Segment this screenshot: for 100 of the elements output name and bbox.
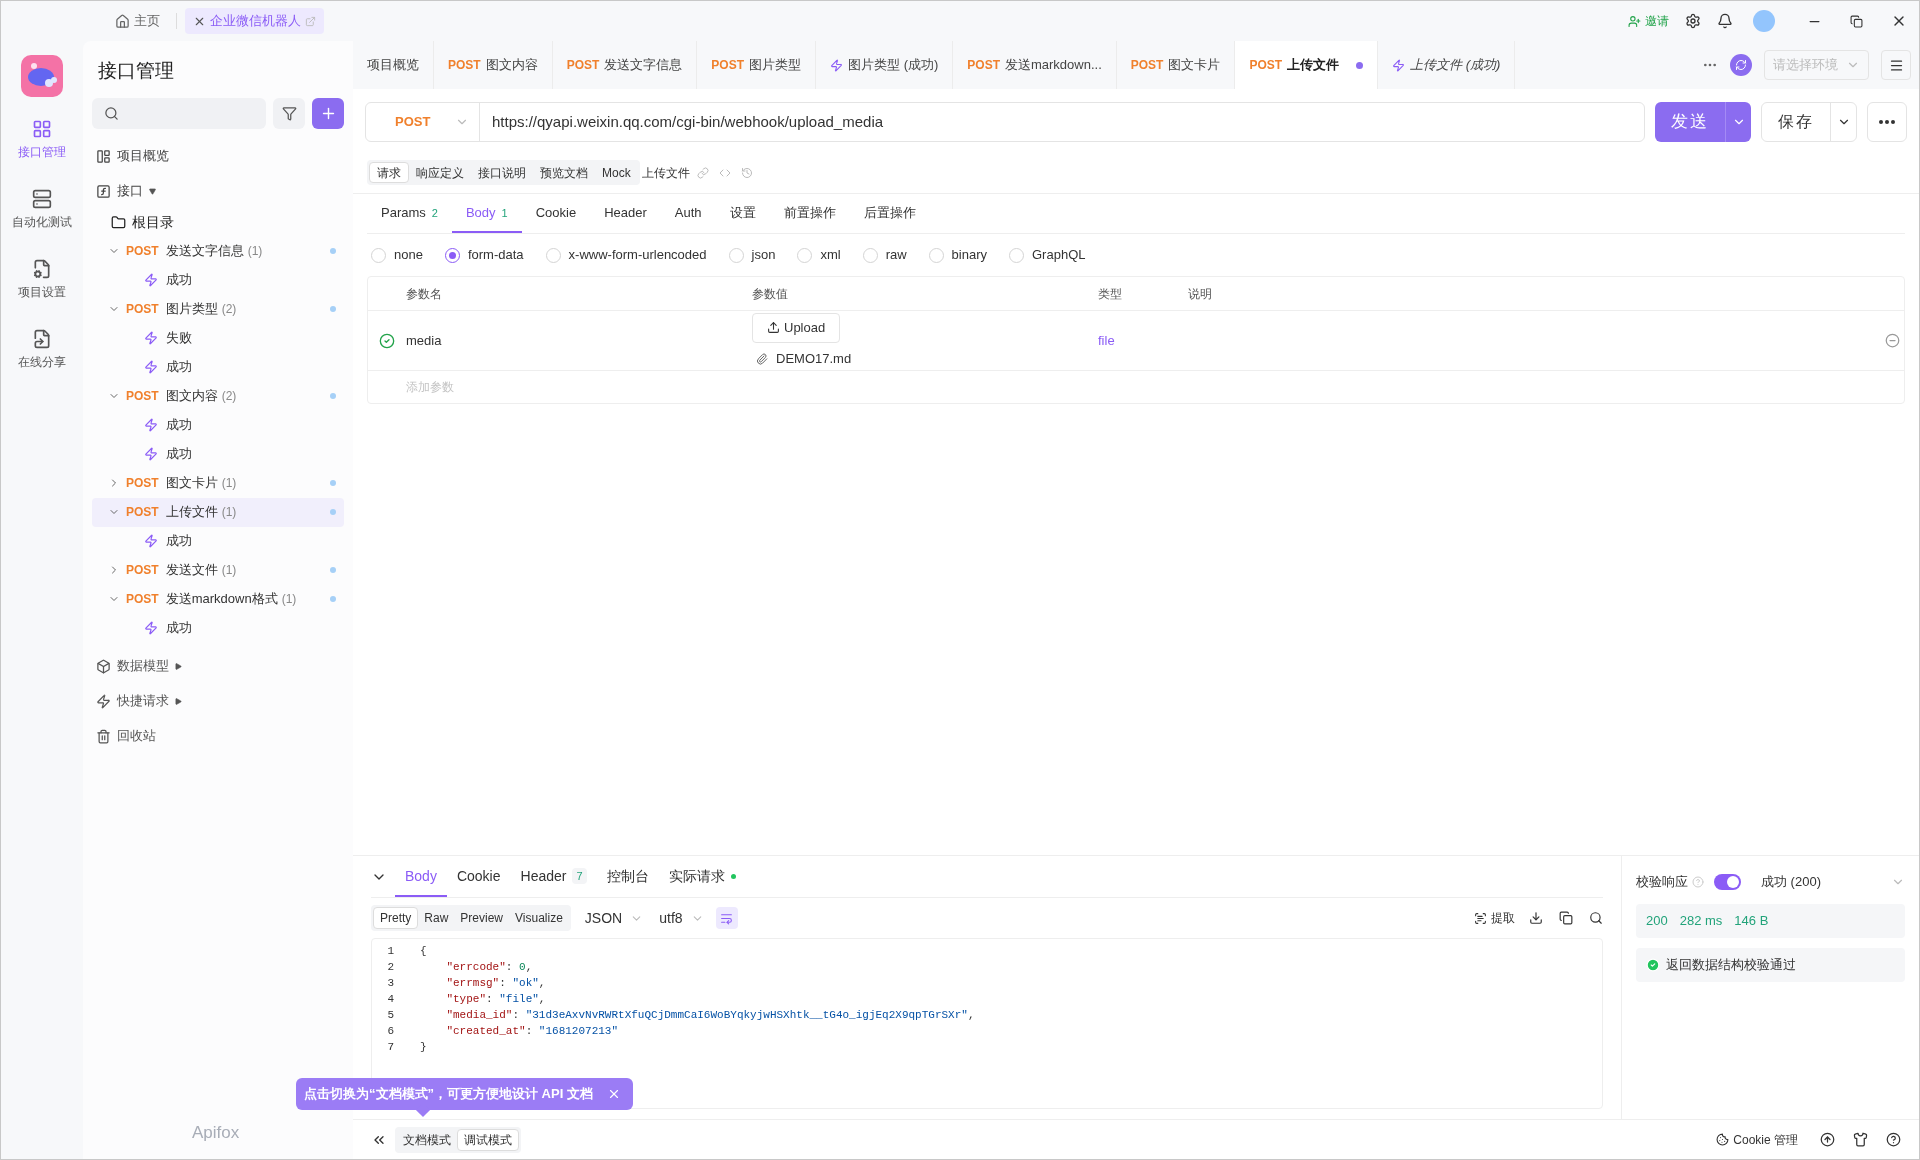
extract-button[interactable]: 提取: [1474, 909, 1515, 927]
refresh-icon: [1735, 59, 1747, 71]
editor-tab[interactable]: POST 图片类型: [697, 41, 816, 89]
search-icon[interactable]: [1589, 911, 1603, 925]
add-button[interactable]: [312, 97, 344, 129]
case-item[interactable]: 成功: [92, 265, 344, 295]
tree-item[interactable]: POST 图片类型 (2): [92, 294, 344, 324]
rail-item[interactable]: 自动化测试: [12, 189, 72, 231]
copy-icon[interactable]: [1559, 911, 1573, 925]
case-item[interactable]: 成功: [92, 352, 344, 382]
zap-icon: [144, 360, 158, 374]
tree-item[interactable]: POST 上传文件 (1): [92, 497, 344, 527]
view-tab[interactable]: Raw: [418, 907, 455, 929]
mode-tab[interactable]: 文档模式: [397, 1128, 457, 1151]
response-tab[interactable]: Body: [395, 857, 447, 897]
doc-tab[interactable]: 响应定义: [409, 162, 471, 183]
editor-tab[interactable]: 项目概览: [353, 41, 434, 89]
response-tab[interactable]: 控制台: [596, 857, 659, 897]
sidebar-item[interactable]: 回收站: [92, 718, 344, 754]
radio-option[interactable]: binary: [928, 245, 987, 265]
sidebar-item[interactable]: 项目概览: [92, 138, 344, 174]
param-tab[interactable]: 设置: [715, 195, 770, 233]
radio-option[interactable]: x-www-form-urlencoded: [545, 245, 707, 265]
sidebar-item[interactable]: 快捷请求: [92, 683, 344, 719]
editor-tab[interactable]: POST 发送文字信息: [552, 41, 698, 89]
sidebar-section[interactable]: 接口: [92, 173, 344, 209]
param-tab[interactable]: Auth: [660, 195, 716, 233]
enabled-check-icon[interactable]: [379, 332, 395, 349]
editor-tab[interactable]: 图片类型 (成功): [816, 41, 954, 89]
filter-button[interactable]: [273, 97, 305, 129]
rail-item[interactable]: 项目设置: [12, 259, 72, 301]
project-tab[interactable]: 企业微信机器人: [185, 8, 324, 34]
upload-button[interactable]: Upload: [752, 312, 841, 343]
editor-tab[interactable]: POST 发送markdown...: [953, 41, 1117, 89]
response-tab[interactable]: 实际请求: [658, 857, 746, 897]
radio-option[interactable]: form-data: [444, 245, 524, 265]
format-select[interactable]: JSON: [584, 907, 644, 929]
case-item[interactable]: 成功: [92, 526, 344, 556]
tree-item[interactable]: POST 发送markdown格式 (1): [92, 584, 344, 614]
folder-item[interactable]: 根目录: [92, 208, 344, 237]
view-tab[interactable]: Preview: [454, 907, 510, 929]
expand-caret-icon: [175, 697, 182, 705]
param-tab[interactable]: Body 1: [451, 195, 522, 233]
case-item[interactable]: 成功: [92, 439, 344, 469]
mode-tab[interactable]: 调试模式: [457, 1128, 519, 1151]
radio-option[interactable]: raw: [862, 245, 907, 265]
radio-option[interactable]: xml: [797, 245, 841, 265]
case-item[interactable]: 成功: [92, 410, 344, 440]
refresh-button[interactable]: [1730, 54, 1752, 76]
doc-tab[interactable]: 请求: [369, 162, 409, 183]
doc-tab[interactable]: 预览文档: [533, 162, 595, 183]
encoding-select[interactable]: utf8: [659, 907, 704, 929]
home-tab[interactable]: 主页: [107, 11, 168, 31]
doc-tab[interactable]: 接口说明: [471, 162, 533, 183]
wrap-button[interactable]: [715, 907, 738, 929]
remove-icon[interactable]: [1885, 333, 1900, 348]
tree-item[interactable]: POST 发送文字信息 (1): [92, 236, 344, 266]
rail-item[interactable]: 接口管理: [12, 119, 72, 161]
doc-tab[interactable]: Mock: [595, 162, 638, 183]
editor-tab[interactable]: POST 图文内容: [434, 41, 553, 89]
settings-icon[interactable]: [1685, 13, 1701, 29]
param-tab[interactable]: Header: [590, 195, 661, 233]
status-select[interactable]: 成功 (200): [1761, 872, 1821, 892]
menu-icon: [1888, 57, 1904, 73]
cookie-manager-button[interactable]: Cookie 管理: [1716, 1130, 1798, 1149]
param-tab[interactable]: Params 2: [367, 195, 452, 233]
radio-option[interactable]: GraphQL: [1009, 245, 1086, 265]
shirt-icon[interactable]: [1853, 1132, 1868, 1147]
radio-option[interactable]: none: [371, 245, 423, 265]
radio-option[interactable]: json: [728, 245, 776, 265]
case-item[interactable]: 成功: [92, 613, 344, 643]
rail-item[interactable]: 在线分享: [12, 329, 72, 371]
param-tab[interactable]: Cookie: [521, 195, 591, 233]
help-icon[interactable]: [1886, 1132, 1901, 1147]
param-tab[interactable]: 前置操作: [769, 195, 850, 233]
sidebar-item[interactable]: 数据模型: [92, 648, 344, 684]
bell-icon[interactable]: [1717, 13, 1733, 29]
param-tab[interactable]: 后置操作: [849, 195, 930, 233]
history-icon[interactable]: [740, 166, 753, 179]
editor-tab[interactable]: POST 上传文件: [1235, 41, 1379, 89]
count-label: 2: [431, 205, 438, 221]
view-tab[interactable]: Pretty: [373, 907, 419, 929]
view-tab[interactable]: Visualize: [509, 907, 569, 929]
tree-item[interactable]: POST 图文内容 (2): [92, 381, 344, 411]
case-item[interactable]: 失败: [92, 323, 344, 353]
search-field[interactable]: [92, 97, 266, 129]
link-icon[interactable]: [696, 166, 709, 179]
avatar[interactable]: [1753, 10, 1775, 32]
menu-button[interactable]: [1881, 50, 1911, 80]
restore-icon[interactable]: [1850, 14, 1863, 28]
upgrade-icon[interactable]: [1820, 1132, 1835, 1147]
tree-item[interactable]: POST 发送文件 (1): [92, 555, 344, 585]
more-button[interactable]: [1867, 102, 1907, 142]
response-tab[interactable]: Cookie: [446, 857, 511, 897]
tab-label: 图文内容: [485, 56, 538, 75]
download-icon[interactable]: [1529, 911, 1543, 925]
validation-toggle[interactable]: [1714, 874, 1741, 890]
tree-item[interactable]: POST 图文卡片 (1): [92, 468, 344, 498]
response-tab[interactable]: Header 7: [510, 857, 597, 897]
editor-tab[interactable]: 上传文件 (成功): [1378, 41, 1516, 89]
